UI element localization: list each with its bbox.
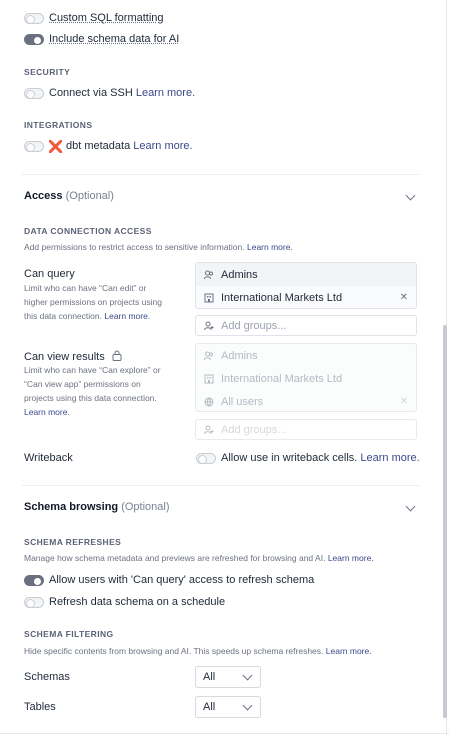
writeback-toggle[interactable]	[196, 453, 216, 464]
chevron-down-icon	[242, 700, 253, 711]
ssh-toggle[interactable]	[24, 88, 44, 99]
schemas-select[interactable]: All	[195, 666, 261, 688]
group-row-intl-markets: International Markets Ltd ✕	[196, 286, 416, 309]
data-connection-access-heading: DATA CONNECTION ACCESS	[24, 226, 152, 236]
can-query-help: Limit who can have “Can edit” or higher …	[24, 283, 162, 321]
tables-select[interactable]: All	[195, 696, 261, 718]
group-name: Admins	[221, 268, 258, 281]
allow-refresh-label: Allow users with 'Can query' access to r…	[49, 574, 315, 586]
users-icon	[204, 351, 214, 361]
group-row-admins: Admins	[196, 344, 416, 367]
tables-select-value: All	[203, 701, 216, 713]
access-section-header[interactable]: Access (Optional)	[24, 190, 420, 206]
group-row-intl-markets: International Markets Ltd	[196, 367, 416, 390]
can-query-add-groups-input[interactable]: Add groups...	[195, 315, 417, 336]
building-icon	[204, 293, 214, 303]
add-groups-row: Add groups...	[196, 420, 416, 439]
schema-filtering-heading: SCHEMA FILTERING	[24, 629, 114, 639]
chevron-down-icon	[405, 190, 416, 201]
divider	[22, 485, 420, 486]
ssh-label: Connect via SSH Learn more.	[49, 87, 196, 99]
group-row-admins: Admins	[196, 263, 416, 286]
remove-group-close-icon[interactable]: ✕	[400, 396, 408, 407]
access-optional: (Optional)	[65, 190, 114, 202]
can-view-results-label: Can view results	[24, 350, 122, 363]
can-view-learn-more-link[interactable]: Learn more.	[24, 407, 70, 417]
allow-refresh-toggle[interactable]	[24, 575, 44, 586]
schedule-refresh-toggle[interactable]	[24, 597, 44, 608]
add-groups-placeholder: Add groups...	[221, 319, 287, 332]
schema-filter-learn-more-link[interactable]: Learn more.	[326, 646, 372, 656]
scrollbar[interactable]	[443, 325, 447, 718]
group-row-all-users: All users ✕	[196, 390, 416, 413]
schema-ai-toggle[interactable]	[24, 34, 44, 45]
integrations-heading: INTEGRATIONS	[24, 120, 93, 130]
panel-bottom-border	[0, 733, 449, 734]
group-name: International Markets Ltd	[221, 372, 343, 385]
access-title: Access	[24, 190, 63, 202]
dbt-toggle[interactable]	[24, 141, 44, 152]
custom-sql-toggle[interactable]	[24, 13, 44, 24]
schema-refreshes-heading: SCHEMA REFRESHES	[24, 537, 122, 547]
add-user-icon	[204, 425, 214, 435]
group-name: Admins	[221, 349, 258, 362]
dbt-label: dbt metadata Learn more.	[66, 140, 193, 152]
chevron-down-icon	[405, 501, 416, 512]
schemas-select-value: All	[203, 671, 216, 683]
can-query-label: Can query	[24, 268, 75, 280]
group-name: All users	[221, 395, 264, 408]
schema-refreshes-help: Manage how schema metadata and previews …	[24, 553, 374, 563]
divider	[22, 174, 420, 175]
globe-icon	[204, 397, 214, 407]
data-connection-access-help: Add permissions to restrict access to se…	[24, 242, 293, 252]
can-query-groups: Admins International Markets Ltd ✕	[195, 262, 417, 309]
can-query-learn-more-link[interactable]: Learn more.	[104, 311, 150, 321]
can-view-results-help: Limit who can have “Can explore” or “Can…	[24, 365, 161, 417]
can-view-add-groups-input[interactable]: Add groups...	[195, 419, 417, 440]
schemas-label: Schemas	[24, 671, 70, 683]
dbt-learn-more-link[interactable]: Learn more.	[133, 140, 192, 152]
users-icon	[204, 270, 214, 280]
can-view-groups: Admins International Markets Ltd All use…	[195, 343, 417, 412]
remove-group-close-icon[interactable]: ✕	[400, 292, 408, 303]
schema-browsing-optional: (Optional)	[121, 501, 170, 513]
schedule-refresh-label: Refresh data schema on a schedule	[49, 596, 226, 608]
add-user-icon	[204, 321, 214, 331]
writeback-label: Writeback	[24, 452, 73, 464]
custom-sql-label: Custom SQL formatting	[49, 12, 164, 24]
dbt-logo-icon	[48, 139, 63, 154]
data-connection-learn-more-link[interactable]: Learn more.	[247, 242, 293, 252]
tables-label: Tables	[24, 701, 56, 713]
security-heading: SECURITY	[24, 67, 71, 77]
lock-icon	[112, 350, 122, 361]
building-icon	[204, 374, 214, 384]
add-groups-row: Add groups...	[196, 316, 416, 335]
schema-browsing-title: Schema browsing	[24, 501, 119, 513]
add-groups-placeholder: Add groups...	[221, 423, 287, 436]
schema-ai-label: Include schema data for AI	[49, 33, 180, 45]
chevron-down-icon	[242, 670, 253, 681]
schema-refresh-learn-more-link[interactable]: Learn more.	[328, 553, 374, 563]
group-name: International Markets Ltd	[221, 291, 343, 304]
schema-filtering-help: Hide specific contents from browsing and…	[24, 646, 372, 656]
writeback-toggle-label: Allow use in writeback cells. Learn more…	[221, 452, 420, 464]
schema-browsing-section-header[interactable]: Schema browsing (Optional)	[24, 501, 420, 517]
ssh-learn-more-link[interactable]: Learn more.	[136, 87, 195, 99]
writeback-learn-more-link[interactable]: Learn more.	[360, 452, 419, 464]
